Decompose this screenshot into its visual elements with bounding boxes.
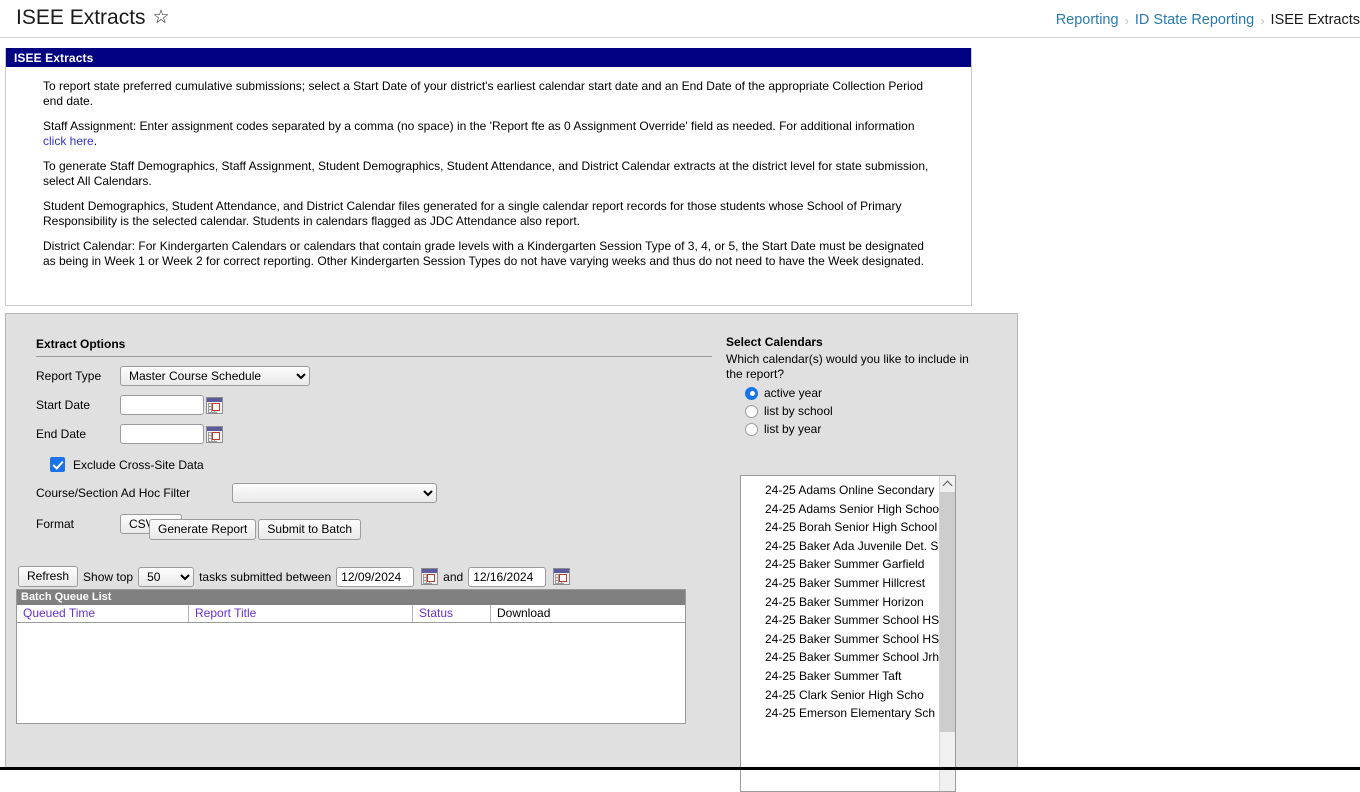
calendar-icon-end-date[interactable]	[206, 426, 223, 443]
adhoc-filter-row: Course/Section Ad Hoc Filter	[36, 483, 712, 503]
radio-list-by-school[interactable]	[745, 405, 758, 418]
end-date-input[interactable]	[120, 424, 204, 444]
batch-queue-header-row: Queued Time Report Title Status Download	[17, 605, 685, 623]
column-header-download: Download	[491, 605, 685, 622]
extract-options-section: Extract Options Report Type Master Cours…	[36, 337, 712, 534]
calendar-list-item[interactable]: 24-25 Baker Summer School Jrh	[741, 648, 955, 667]
calendar-list-item[interactable]: 24-25 Baker Summer Horizon	[741, 593, 955, 612]
page-title: ISEE Extracts	[16, 5, 146, 31]
calendar-icon-batch-to[interactable]	[553, 568, 570, 585]
staff-assignment-text: Staff Assignment: Enter assignment codes…	[43, 119, 915, 133]
calendar-listbox-scrollbar[interactable]	[939, 476, 955, 791]
breadcrumb-item-reporting[interactable]: Reporting	[1056, 12, 1119, 28]
calendar-list-item[interactable]: 24-25 Emerson Elementary Sch	[741, 704, 955, 723]
page-title-wrap: ISEE Extracts ☆	[16, 5, 170, 31]
calendar-list-item[interactable]: 24-25 Baker Ada Juvenile Det. S	[741, 537, 955, 556]
action-buttons-row: Generate Report Submit to Batch	[149, 519, 361, 540]
end-date-label: End Date	[36, 427, 120, 441]
batch-queue-list: Batch Queue List Queued Time Report Titl…	[16, 589, 686, 724]
batch-date-to-input[interactable]	[468, 567, 546, 587]
info-paragraph-staff-assignment: Staff Assignment: Enter assignment codes…	[43, 119, 937, 148]
exclude-cross-site-row: Exclude Cross-Site Data	[50, 457, 712, 472]
click-here-link[interactable]: click here	[43, 134, 94, 148]
calendar-listbox[interactable]: 24-25 Adams Online Secondary24-25 Adams …	[740, 475, 956, 792]
format-label: Format	[36, 517, 120, 531]
start-date-row: Start Date	[36, 395, 712, 415]
calendar-list-item[interactable]: 24-25 Clark Senior High Scho	[741, 686, 955, 705]
report-type-select[interactable]: Master Course Schedule	[120, 366, 310, 386]
column-header-status[interactable]: Status	[413, 605, 491, 622]
breadcrumb-item-current: ISEE Extracts	[1271, 12, 1360, 28]
chevron-right-icon: ›	[1260, 13, 1264, 28]
and-label: and	[443, 570, 463, 584]
exclude-cross-site-checkbox[interactable]	[50, 457, 65, 472]
calendar-list-item[interactable]: 24-25 Baker Summer Taft	[741, 667, 955, 686]
calendar-icon-start-date[interactable]	[206, 397, 223, 414]
chevron-up-icon[interactable]	[940, 476, 956, 492]
format-row: Format CSV	[36, 514, 712, 534]
info-paragraph-3: Student Demographics, Student Attendance…	[43, 199, 937, 228]
star-icon[interactable]: ☆	[153, 8, 170, 28]
calendar-list-item[interactable]: 24-25 Baker Summer Hillcrest	[741, 574, 955, 593]
adhoc-filter-label: Course/Section Ad Hoc Filter	[36, 486, 232, 500]
show-top-label: Show top	[83, 570, 133, 584]
info-card: ISEE Extracts To report state preferred …	[5, 48, 972, 306]
form-panel: Extract Options Report Type Master Cours…	[5, 313, 1018, 770]
column-header-report-title[interactable]: Report Title	[189, 605, 413, 622]
calendar-icon-batch-from[interactable]	[421, 568, 438, 585]
scrollbar-thumb[interactable]	[940, 492, 956, 732]
breadcrumb-item-id-state-reporting[interactable]: ID State Reporting	[1135, 12, 1254, 28]
info-card-title: ISEE Extracts	[6, 48, 971, 67]
adhoc-filter-select[interactable]	[232, 483, 437, 503]
app-header: ISEE Extracts ☆ Reporting › ID State Rep…	[0, 0, 1360, 38]
period-text: .	[94, 134, 97, 148]
calendar-list-item[interactable]: 24-25 Baker Summer School HS	[741, 611, 955, 630]
end-date-row: End Date	[36, 424, 712, 444]
calendar-list-item[interactable]: 24-25 Adams Online Secondary	[741, 481, 955, 500]
radio-row-active-year: active year	[745, 386, 1016, 400]
radio-row-list-by-year: list by year	[745, 422, 1016, 436]
radio-row-list-by-school: list by school	[745, 404, 1016, 418]
refresh-button[interactable]: Refresh	[18, 566, 78, 587]
calendar-list-item[interactable]: 24-25 Adams Senior High School	[741, 500, 955, 519]
batch-queue-list-title: Batch Queue List	[17, 590, 685, 605]
batch-date-from-input[interactable]	[336, 567, 414, 587]
select-calendars-question: Which calendar(s) would you like to incl…	[726, 352, 974, 382]
info-card-body: To report state preferred cumulative sub…	[6, 67, 971, 305]
breadcrumb: Reporting › ID State Reporting › ISEE Ex…	[1056, 12, 1360, 28]
calendar-list-item[interactable]: 24-25 Baker Summer School HS	[741, 630, 955, 649]
submit-to-batch-button[interactable]: Submit to Batch	[258, 519, 361, 540]
show-top-select[interactable]: 50	[138, 567, 194, 587]
extract-options-heading: Extract Options	[36, 337, 712, 357]
calendar-items-container: 24-25 Adams Online Secondary24-25 Adams …	[741, 481, 955, 723]
radio-list-by-year[interactable]	[745, 423, 758, 436]
select-calendars-heading: Select Calendars	[726, 335, 1016, 349]
chevron-right-icon: ›	[1125, 13, 1129, 28]
batch-controls-row: Refresh Show top 50 tasks submitted betw…	[18, 566, 570, 587]
info-paragraph-4: District Calendar: For Kindergarten Cale…	[43, 239, 937, 268]
select-calendars-section: Select Calendars Which calendar(s) would…	[726, 335, 1016, 436]
report-type-label: Report Type	[36, 369, 120, 383]
tasks-submitted-between-label: tasks submitted between	[199, 570, 331, 584]
radio-label-list-by-school: list by school	[764, 404, 833, 418]
info-paragraph-1: To report state preferred cumulative sub…	[43, 79, 937, 108]
calendar-list-item[interactable]: 24-25 Borah Senior High School	[741, 518, 955, 537]
start-date-label: Start Date	[36, 398, 120, 412]
exclude-cross-site-label: Exclude Cross-Site Data	[73, 458, 204, 472]
calendar-list-item[interactable]: 24-25 Baker Summer Garfield	[741, 555, 955, 574]
radio-label-active-year: active year	[764, 386, 822, 400]
radio-active-year[interactable]	[745, 387, 758, 400]
radio-label-list-by-year: list by year	[764, 422, 821, 436]
report-type-row: Report Type Master Course Schedule	[36, 366, 712, 386]
start-date-input[interactable]	[120, 395, 204, 415]
generate-report-button[interactable]: Generate Report	[149, 519, 256, 540]
info-paragraph-2: To generate Staff Demographics, Staff As…	[43, 159, 937, 188]
column-header-queued-time[interactable]: Queued Time	[17, 605, 189, 622]
